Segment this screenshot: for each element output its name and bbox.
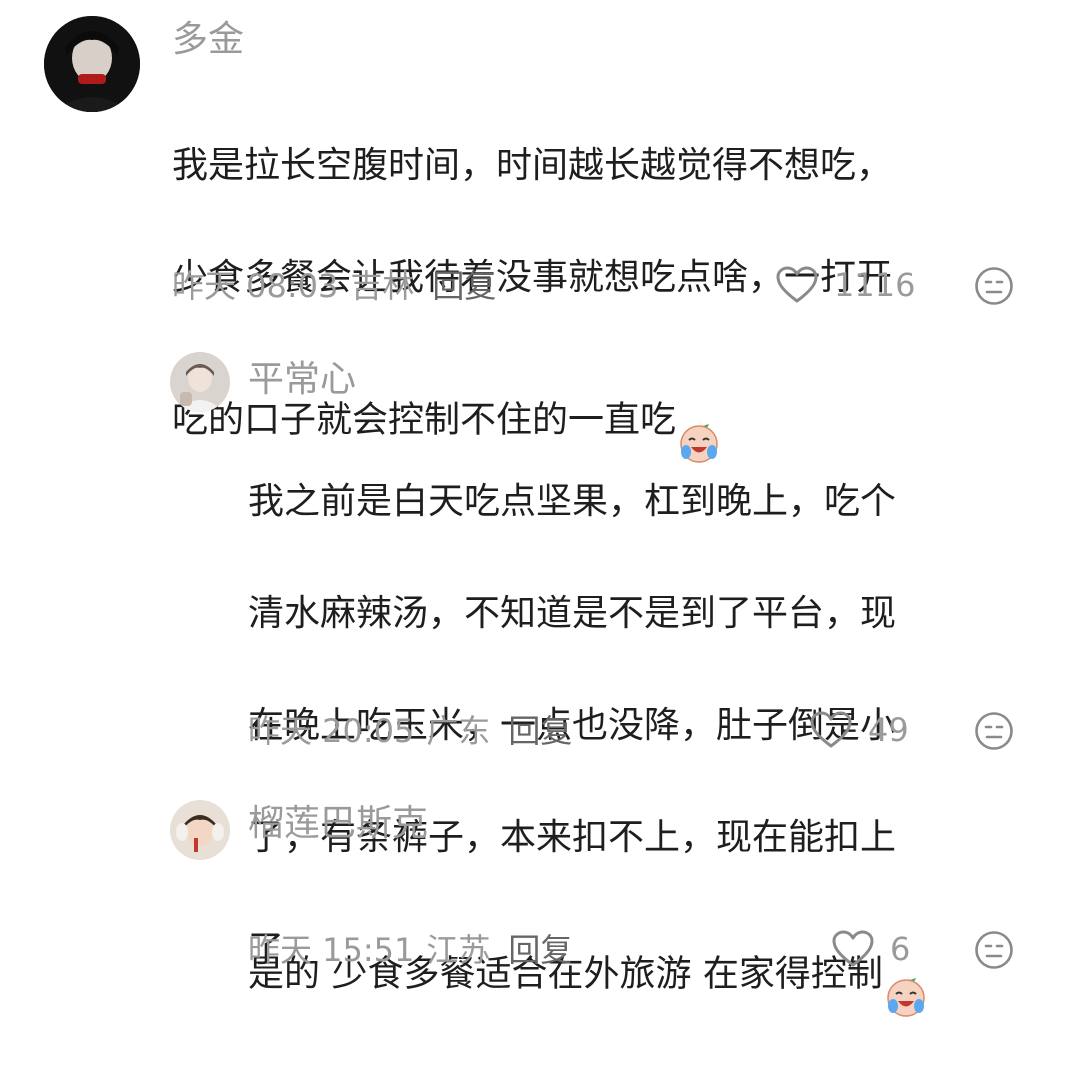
like-button[interactable]: 49 [810,711,909,749]
comment-username[interactable]: 平常心 [248,358,356,402]
comment-time: 昨天 15:51 [248,931,415,969]
heart-outline-icon [832,930,874,967]
reply-button[interactable]: 回复 [508,711,572,751]
comment-text: 是的 少食多餐适合在外旅游 在家得控制 [248,860,1068,1091]
avatar[interactable] [44,16,140,112]
comment-location: 广东 [426,712,491,750]
heart-outline-icon [810,711,852,748]
comment-text-line: 清水麻辣汤，不知道是不是到了平台，现 [248,593,897,634]
comment-meta: 昨天 20:05 广东 回复 [248,711,572,751]
comment-location: 吉林 [350,267,415,305]
reply-button[interactable]: 回复 [508,930,572,970]
like-button[interactable]: 1116 [776,266,915,304]
neutral-face-icon[interactable] [974,930,1014,970]
avatar[interactable] [170,352,230,412]
comment-time: 昨天 20:05 [248,712,415,750]
reply-button[interactable]: 回复 [432,266,496,306]
comment-text-line: 我是拉长空腹时间，时间越长越觉得不想吃， [172,145,893,186]
avatar-image [170,352,230,412]
comment-meta: 昨天 15:51 江苏 回复 [248,930,572,970]
like-count: 1116 [834,266,916,304]
like-button[interactable]: 6 [832,930,910,968]
like-count: 49 [868,711,909,749]
comment-location: 江苏 [426,931,491,969]
comment-time: 昨天 08:03 [172,267,339,305]
comment-username[interactable]: 多金 [172,18,244,62]
neutral-face-icon[interactable] [974,266,1014,306]
comment-meta: 昨天 08:03 吉林 回复 [172,266,496,306]
avatar[interactable] [170,800,230,860]
avatar-image [44,16,140,112]
avatar-image [170,800,230,860]
comment-text-line: 我之前是白天吃点坚果，杠到晚上，吃个 [248,481,897,522]
heart-outline-icon [776,266,818,303]
neutral-face-icon[interactable] [974,711,1014,751]
comment-username[interactable]: 榴莲巴斯克 [248,802,428,846]
like-count: 6 [890,930,911,968]
